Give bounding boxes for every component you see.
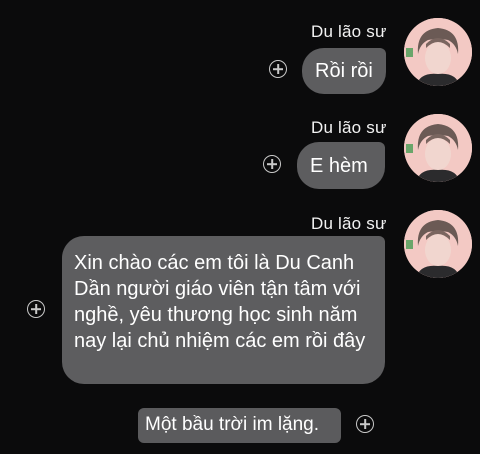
own-message-bubble[interactable]: Một bầu trời im lặng. (138, 408, 341, 443)
add-reaction-icon[interactable] (27, 300, 45, 318)
message-text: Rồi rồi (315, 60, 373, 82)
add-reaction-icon[interactable] (263, 155, 281, 173)
avatar[interactable] (404, 114, 472, 182)
avatar[interactable] (404, 18, 472, 86)
avatar[interactable] (404, 210, 472, 278)
message-text: E hèm (310, 155, 368, 177)
message-bubble[interactable]: Rồi rồi (302, 48, 386, 94)
message-bubble[interactable]: Xin chào các em tôi là Du Canh Dần người… (62, 236, 385, 384)
add-reaction-icon[interactable] (269, 60, 287, 78)
add-reaction-icon[interactable] (356, 415, 374, 433)
avatar-photo-icon (404, 114, 472, 182)
message-bubble[interactable]: E hèm (297, 142, 385, 189)
avatar-photo-icon (404, 210, 472, 278)
sender-name: Du lão sư (311, 118, 387, 137)
sender-name: Du lão sư (311, 214, 387, 233)
message-text: Một bầu trời im lặng. (145, 414, 320, 435)
sender-name: Du lão sư (311, 22, 387, 41)
message-text: Xin chào các em tôi là Du Canh Dần người… (74, 252, 366, 352)
avatar-photo-icon (404, 18, 472, 86)
